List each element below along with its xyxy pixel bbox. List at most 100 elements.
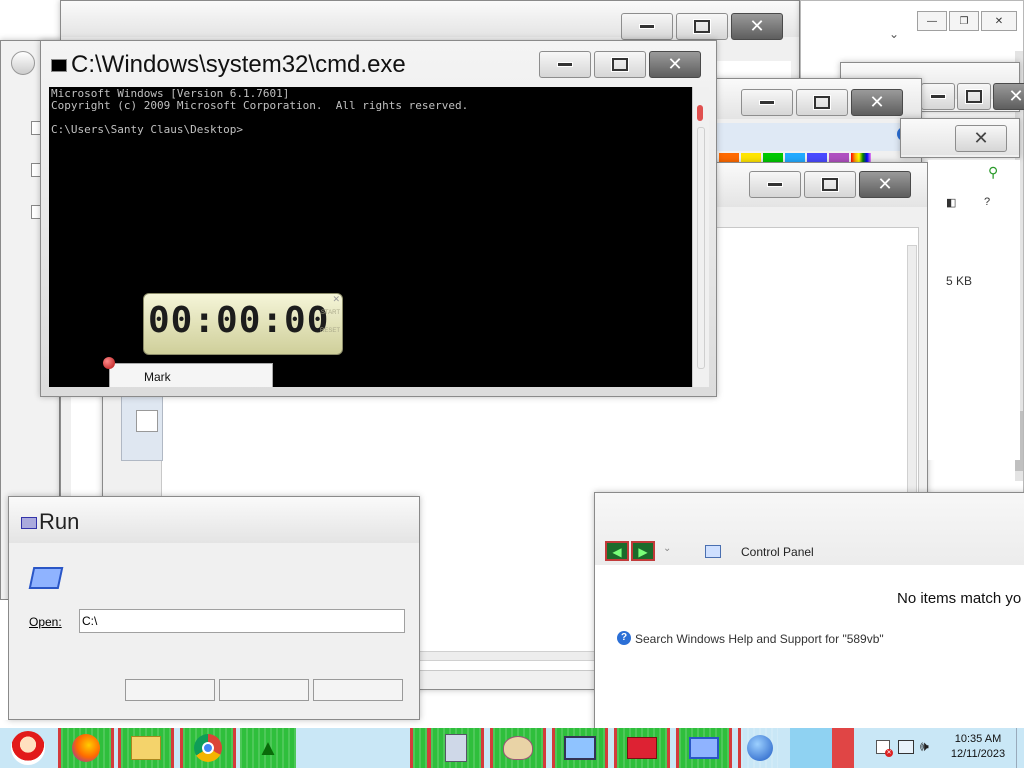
taskbar-remote-desktop[interactable] [552, 728, 608, 768]
show-desktop-button[interactable] [1016, 728, 1024, 768]
close-icon: ✕ [667, 53, 683, 75]
close-button[interactable]: ✕ [851, 89, 903, 116]
start-button[interactable]: START [321, 310, 340, 316]
maximize-button[interactable] [594, 51, 646, 78]
maximize-icon [822, 178, 838, 191]
tray-volume-icon[interactable]: 🕪 [920, 738, 929, 755]
close-button[interactable]: ✕ [859, 171, 911, 198]
maximize-icon [814, 96, 830, 109]
taskbar-highlight [790, 728, 832, 768]
calculator-icon [445, 734, 467, 762]
cancel-button[interactable] [219, 679, 309, 701]
tray-network-icon[interactable] [898, 740, 914, 754]
taskbar: ▲ ✕ 🕪 10:35 AM 12/11/2023 [0, 728, 1024, 768]
run-icon [21, 517, 37, 529]
minimize-button[interactable]: — [917, 11, 947, 31]
clock-time[interactable]: 10:35 AM [948, 733, 1008, 745]
left-edge-fragment [0, 600, 8, 720]
taskbar-firefox[interactable] [58, 728, 114, 768]
clock-date[interactable]: 12/11/2023 [944, 748, 1012, 760]
file-size: 5 KB [946, 274, 973, 288]
cmd-icon [51, 59, 67, 72]
firefox-icon [72, 734, 100, 762]
forward-button[interactable]: ▶ [631, 541, 655, 561]
widget-close-icon[interactable]: ✕ [332, 294, 340, 305]
paint-palette-icon [503, 736, 533, 760]
minimize-icon [767, 182, 783, 187]
open-input[interactable] [79, 609, 405, 633]
close-button[interactable]: ✕ [731, 13, 783, 40]
left-nav-panel [121, 395, 163, 461]
globe-icon [746, 735, 773, 761]
cmd-window: C:\Windows\system32\cmd.exe ✕ Microsoft … [40, 40, 717, 397]
close-icon: ✕ [869, 91, 885, 113]
close-button[interactable]: ✕ [993, 83, 1024, 110]
folder-icon [131, 736, 161, 760]
run-title: Run [39, 509, 80, 534]
background-window-c: ✕ [900, 118, 1020, 158]
minimize-button[interactable] [749, 171, 801, 198]
run-big-icon [28, 567, 64, 589]
minimize-button[interactable] [741, 89, 793, 116]
address-bar-text[interactable]: Control Panel [741, 545, 814, 559]
preview-pane-icon[interactable]: ◧ [946, 196, 956, 209]
taskbar-explorer[interactable] [118, 728, 174, 768]
console-line: C:\Users\Santy Claus\Desktop> [51, 123, 244, 136]
search-help-link[interactable]: Search Windows Help and Support for "589… [635, 632, 884, 646]
tray-action-center-icon[interactable]: ✕ [876, 740, 893, 757]
run-dialog: Run Open: [8, 496, 420, 720]
taskbar-chrome[interactable] [180, 728, 236, 768]
control-panel-window: ◀ ▶ ⌄ Control Panel No items match yo ? … [594, 492, 1024, 732]
maximize-icon [694, 20, 710, 33]
console-area[interactable]: Microsoft Windows [Version 6.1.7601] Cop… [49, 87, 692, 387]
reset-button[interactable]: RESET [320, 328, 340, 334]
close-button[interactable]: ✕ [649, 51, 701, 78]
taskbar-calculator[interactable] [428, 728, 484, 768]
search-icon[interactable]: ⚲ [988, 164, 998, 181]
close-button[interactable]: ✕ [955, 125, 1007, 152]
stopwatch-time: 00:00:00 [148, 300, 330, 341]
maximize-button[interactable] [804, 171, 856, 198]
context-menu: Mark [109, 363, 273, 387]
maximize-icon [612, 58, 628, 71]
taskbar-blank[interactable] [410, 728, 430, 768]
window-title: C:\Windows\system32\cmd.exe [71, 51, 406, 78]
browse-button[interactable] [313, 679, 403, 701]
stopwatch-widget[interactable]: 00:00:00 START RESET ✕ [143, 293, 343, 355]
back-button[interactable]: ◀ [605, 541, 629, 561]
chevron-down-icon[interactable]: ⌄ [889, 27, 899, 41]
taskbar-paint[interactable] [490, 728, 546, 768]
details-pane: ⚲ ◧ ? 5 KB [928, 160, 1020, 460]
start-button[interactable] [2, 728, 54, 768]
christmas-tree-icon: ▲ [257, 735, 279, 760]
taskbar-toolbox[interactable] [614, 728, 670, 768]
minimize-icon [759, 100, 775, 105]
close-button[interactable]: ✕ [981, 11, 1017, 31]
close-icon: ✕ [877, 173, 893, 195]
no-items-message: No items match yo [897, 590, 1022, 607]
pointer-dot-icon [103, 357, 115, 369]
taskbar-red-tab[interactable] [832, 728, 854, 768]
help-icon[interactable]: ? [984, 196, 990, 208]
minimize-button[interactable] [921, 83, 955, 110]
minimize-button[interactable] [539, 51, 591, 78]
history-dropdown-icon[interactable]: ⌄ [663, 543, 671, 554]
back-circle-icon[interactable] [11, 51, 35, 75]
minimize-button[interactable] [621, 13, 673, 40]
maximize-button[interactable] [796, 89, 848, 116]
maximize-button[interactable] [957, 83, 991, 110]
ok-button[interactable] [125, 679, 215, 701]
menu-item-mark[interactable]: Mark [144, 370, 171, 384]
maximize-button[interactable] [676, 13, 728, 40]
maximize-icon [966, 90, 982, 103]
close-icon: ✕ [973, 127, 989, 149]
console-scrollbar[interactable] [692, 87, 709, 387]
ribbon: ? [701, 123, 921, 151]
taskbar-tree-app[interactable]: ▲ [240, 728, 296, 768]
taskbar-globe[interactable] [738, 728, 778, 768]
minimize-icon [557, 62, 573, 67]
console-line: Copyright (c) 2009 Microsoft Corporation… [51, 99, 469, 112]
open-label: Open: [29, 615, 62, 629]
taskbar-run[interactable] [676, 728, 732, 768]
maximize-button[interactable]: ❐ [949, 11, 979, 31]
